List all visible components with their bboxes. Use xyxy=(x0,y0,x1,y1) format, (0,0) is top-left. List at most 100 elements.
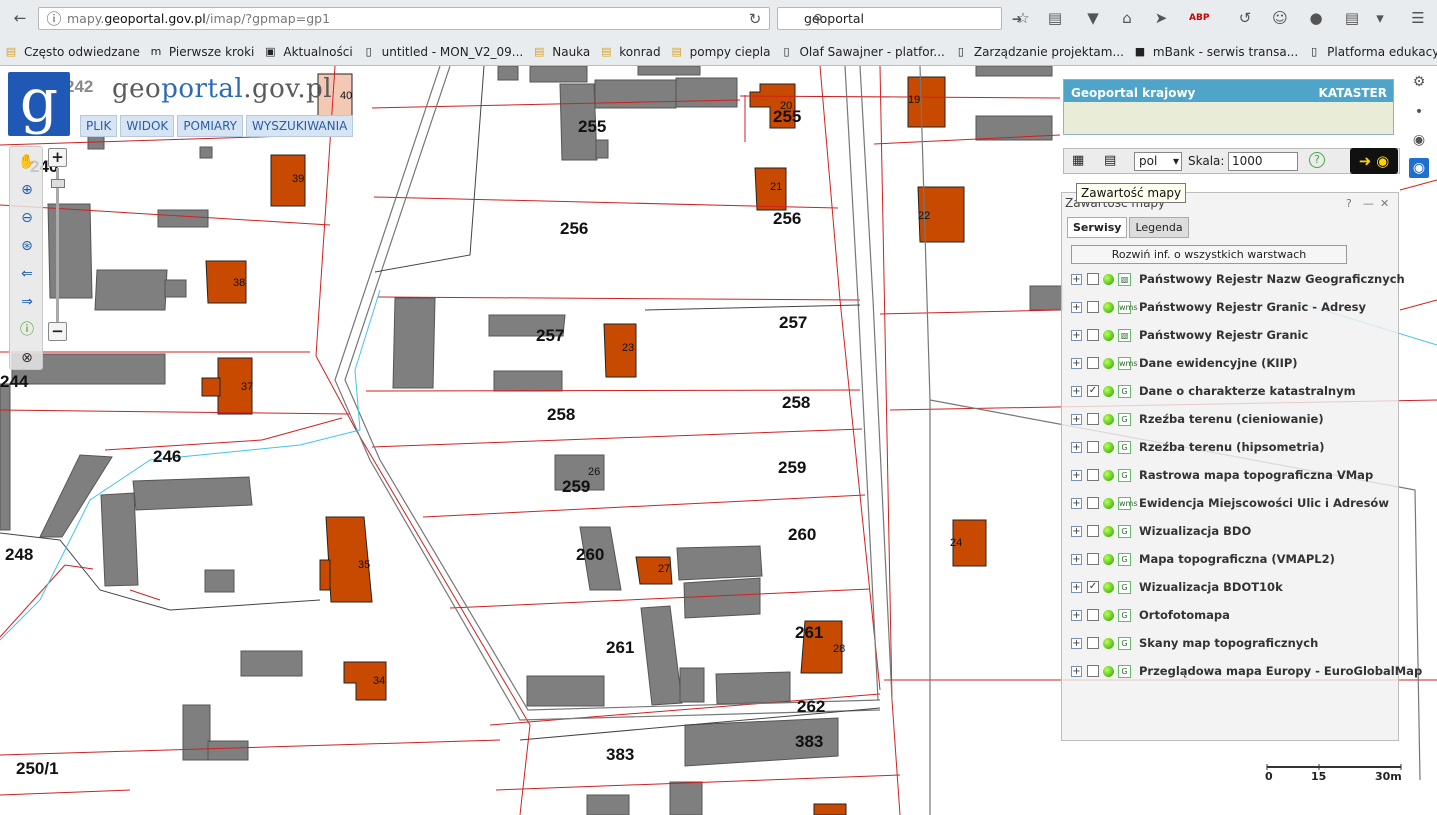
dropdown-icon[interactable]: ▾ xyxy=(1370,8,1390,28)
reading-list-icon[interactable]: ▤ xyxy=(1045,8,1065,28)
layer-checkbox[interactable]: ✓ xyxy=(1087,385,1099,397)
layer-checkbox[interactable] xyxy=(1087,413,1099,425)
url-bar[interactable]: ⓘ mapy.geoportal.gov.pl/imap/?gpmap=gp1 … xyxy=(38,7,770,30)
layer-checkbox[interactable] xyxy=(1087,637,1099,649)
panel-help-icon[interactable]: ? xyxy=(1346,197,1352,210)
language-select[interactable]: pol ▾ xyxy=(1134,152,1182,171)
layer-name[interactable]: Państwowy Rejestr Nazw Geograficznych xyxy=(1139,272,1405,286)
adblock-icon[interactable]: ABP xyxy=(1189,8,1209,28)
layer-checkbox[interactable] xyxy=(1087,273,1099,285)
bookmark-3[interactable]: ▯ untitled - MON_V2_09... xyxy=(362,45,524,59)
emoji-icon[interactable]: ☺ xyxy=(1270,8,1290,28)
reload-icon[interactable]: ↻ xyxy=(745,9,765,29)
expand-plus-icon[interactable]: + xyxy=(1071,553,1082,565)
measure-icon[interactable]: ⊗ xyxy=(18,349,36,367)
previous-view-icon[interactable]: ⇐ xyxy=(18,265,36,283)
layer-name[interactable]: Skany map topograficznych xyxy=(1139,636,1318,650)
back-icon[interactable]: ← xyxy=(10,8,30,28)
layer-name[interactable]: Wizualizacja BDO xyxy=(1139,524,1251,538)
layer-checkbox[interactable] xyxy=(1087,609,1099,621)
kataster-banner[interactable]: Geoportal krajowy KATASTER xyxy=(1063,79,1394,135)
zoom-plus-button[interactable]: + xyxy=(48,148,67,167)
star-icon[interactable]: ☆ xyxy=(1013,8,1033,28)
dot-icon[interactable]: • xyxy=(1409,102,1429,122)
menu-wyszukiwania[interactable]: WYSZUKIWANIA xyxy=(246,115,354,137)
menu-pomiary[interactable]: POMIARY xyxy=(177,115,243,137)
extension-icon[interactable]: ● xyxy=(1306,8,1326,28)
menu-plik[interactable]: PLIK xyxy=(80,115,118,137)
help-icon[interactable]: ? xyxy=(1309,152,1325,168)
zoom-out-icon[interactable]: ⊖ xyxy=(18,209,36,227)
layer-checkbox[interactable] xyxy=(1087,497,1099,509)
layer-checkbox[interactable] xyxy=(1087,553,1099,565)
preview-eye-button[interactable]: ➜ ◉ xyxy=(1350,148,1398,174)
layer-name[interactable]: Przeglądowa mapa Europy - EuroGlobalMap xyxy=(1139,664,1422,678)
layer-checkbox[interactable] xyxy=(1087,441,1099,453)
bookmark-8[interactable]: ▯ Zarządzanie projektam... xyxy=(954,45,1124,59)
eye-small-icon[interactable]: ◉ xyxy=(1409,130,1429,150)
bookmark-9[interactable]: ■ mBank - serwis transa... xyxy=(1133,45,1298,59)
expand-plus-icon[interactable]: + xyxy=(1071,385,1082,397)
expand-plus-icon[interactable]: + xyxy=(1071,497,1082,509)
layer-name[interactable]: Rzeźba terenu (hipsometria) xyxy=(1139,440,1324,454)
layer-name[interactable]: Mapa topograficzna (VMAPL2) xyxy=(1139,552,1335,566)
layer-checkbox[interactable] xyxy=(1087,665,1099,677)
info-icon[interactable]: ⓘ xyxy=(18,321,36,339)
expand-plus-icon[interactable]: + xyxy=(1071,581,1082,593)
save-icon[interactable]: ▤ xyxy=(1104,153,1116,168)
layer-checkbox[interactable] xyxy=(1087,525,1099,537)
history-icon[interactable]: ↺ xyxy=(1235,8,1255,28)
layer-name[interactable]: Dane ewidencyjne (KIIP) xyxy=(1139,356,1298,370)
expand-plus-icon[interactable]: + xyxy=(1071,609,1082,621)
layer-name[interactable]: Wizualizacja BDOT10k xyxy=(1139,580,1283,594)
settings-gear-icon[interactable]: ⚙ xyxy=(1409,72,1429,92)
bookmark-0[interactable]: ▤ Często odwiedzane xyxy=(4,45,140,59)
layer-checkbox[interactable] xyxy=(1087,469,1099,481)
panel-close-icon[interactable]: ✕ xyxy=(1380,197,1389,210)
tab-serwisy[interactable]: Serwisy xyxy=(1067,217,1128,238)
bookmark-2[interactable]: ▣ Aktualności xyxy=(263,45,353,59)
expand-plus-icon[interactable]: + xyxy=(1071,665,1082,677)
layer-name[interactable]: Państwowy Rejestr Granic xyxy=(1139,328,1308,342)
layer-name[interactable]: Rzeźba terenu (cieniowanie) xyxy=(1139,412,1324,426)
clipboard-icon[interactable]: ▤ xyxy=(1342,8,1362,28)
layer-name[interactable]: Ortofotomapa xyxy=(1139,608,1230,622)
zoom-rail[interactable] xyxy=(56,168,59,328)
bookmark-7[interactable]: ▯ Olaf Sawajner - platfor... xyxy=(779,45,944,59)
layer-name[interactable]: Państwowy Rejestr Granic - Adresy xyxy=(1139,300,1366,314)
bookmark-1[interactable]: m Pierwsze kroki xyxy=(149,45,255,59)
bookmark-5[interactable]: ▤ konrad xyxy=(599,45,661,59)
layer-name[interactable]: Dane o charakterze katastralnym xyxy=(1139,384,1356,398)
layer-checkbox[interactable] xyxy=(1087,301,1099,313)
layer-checkbox[interactable] xyxy=(1087,329,1099,341)
menu-widok[interactable]: WIDOK xyxy=(120,115,175,137)
panel-minimize-icon[interactable]: — xyxy=(1363,197,1374,210)
zoom-extent-icon[interactable]: ⊛ xyxy=(18,237,36,255)
bookmark-6[interactable]: ▤ pompy ciepla xyxy=(670,45,770,59)
expand-plus-icon[interactable]: + xyxy=(1071,441,1082,453)
zoom-knob[interactable] xyxy=(51,179,65,188)
home-icon[interactable]: ⌂ xyxy=(1117,8,1137,28)
zoom-minus-button[interactable]: − xyxy=(48,322,67,341)
pan-hand-icon[interactable]: ✋ xyxy=(18,153,36,171)
zoom-in-icon[interactable]: ⊕ xyxy=(18,181,36,199)
expand-plus-icon[interactable]: + xyxy=(1071,357,1082,369)
pocket-icon[interactable]: ▼ xyxy=(1083,8,1103,28)
scale-input[interactable]: 1000 xyxy=(1228,152,1298,171)
bookmark-10[interactable]: ▯ Platforma edukacyjna ... xyxy=(1307,45,1437,59)
eye-active-icon[interactable]: ◉ xyxy=(1409,158,1429,178)
layer-name[interactable]: Rastrowa mapa topograficzna VMap xyxy=(1139,468,1373,482)
expand-plus-icon[interactable]: + xyxy=(1071,273,1082,285)
expand-plus-icon[interactable]: + xyxy=(1071,525,1082,537)
expand-plus-icon[interactable]: + xyxy=(1071,413,1082,425)
layer-name[interactable]: Ewidencja Miejscowości Ulic i Adresów xyxy=(1139,496,1389,510)
layer-checkbox[interactable]: ✓ xyxy=(1087,581,1099,593)
search-bar[interactable]: ⚲ geoportal ➜ xyxy=(777,7,1022,30)
expand-plus-icon[interactable]: + xyxy=(1071,469,1082,481)
expand-plus-icon[interactable]: + xyxy=(1071,637,1082,649)
expand-all-button[interactable]: Rozwiń inf. o wszystkich warstwach xyxy=(1071,245,1347,264)
hamburger-menu-icon[interactable]: ☰ xyxy=(1408,8,1428,28)
bookmark-4[interactable]: ▤ Nauka xyxy=(532,45,590,59)
expand-plus-icon[interactable]: + xyxy=(1071,301,1082,313)
zoom-slider[interactable]: + − xyxy=(48,146,68,346)
